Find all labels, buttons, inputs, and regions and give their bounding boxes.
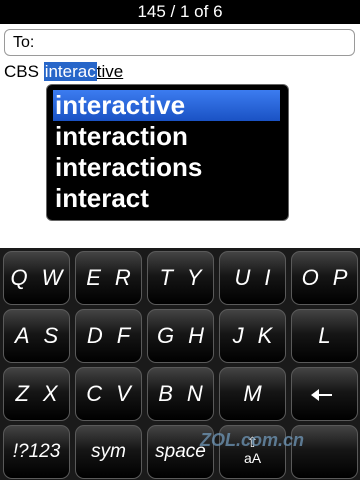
keyboard-row-3: ZX CV BN M	[0, 367, 360, 421]
key-m[interactable]: M	[219, 367, 286, 421]
typed-prefix: CBS	[4, 62, 44, 81]
key-df[interactable]: DF	[75, 309, 142, 363]
backspace-key[interactable]	[291, 367, 358, 421]
suggestion-item[interactable]: interact	[53, 183, 280, 214]
suggestion-item-selected[interactable]: interactive	[53, 90, 280, 121]
watermark: ZOL.com.cn	[200, 430, 305, 450]
key-ty[interactable]: TY	[147, 251, 214, 305]
message-counter: 145 / 1 of 6	[137, 2, 223, 21]
key-zx[interactable]: ZX	[3, 367, 70, 421]
key-as[interactable]: AS	[3, 309, 70, 363]
keyboard-row-1: QW ER TY UI OP	[0, 251, 360, 305]
key-bn[interactable]: BN	[147, 367, 214, 421]
key-er[interactable]: ER	[75, 251, 142, 305]
key-op[interactable]: OP	[291, 251, 358, 305]
key-sym[interactable]: sym	[75, 425, 142, 479]
highlighted-text: interac	[43, 62, 97, 81]
suggestion-item[interactable]: interaction	[53, 121, 280, 152]
to-label: To:	[13, 34, 35, 51]
key-jk[interactable]: JK	[219, 309, 286, 363]
key-ui[interactable]: UI	[219, 251, 286, 305]
virtual-keyboard: QW ER TY UI OP AS DF GH JK L ZX CV BN M …	[0, 248, 360, 480]
suggestion-item[interactable]: interactions	[53, 152, 280, 183]
key-symbols[interactable]: !?123	[3, 425, 70, 479]
to-field[interactable]: To:	[4, 29, 355, 56]
suggestion-list: interactive interaction interactions int…	[46, 84, 289, 221]
autocomplete-remainder: tive	[96, 62, 124, 81]
case-label: aA	[243, 450, 262, 466]
key-gh[interactable]: GH	[147, 309, 214, 363]
title-bar: 145 / 1 of 6	[0, 0, 360, 24]
message-body[interactable]: CBS interactive	[4, 61, 123, 83]
keyboard-row-4: !?123 sym space ⇧ aA	[0, 425, 360, 479]
key-qw[interactable]: QW	[3, 251, 70, 305]
key-l[interactable]: L	[291, 309, 358, 363]
keyboard-row-2: AS DF GH JK L	[0, 309, 360, 363]
backspace-arrow-icon	[310, 389, 332, 402]
key-cv[interactable]: CV	[75, 367, 142, 421]
